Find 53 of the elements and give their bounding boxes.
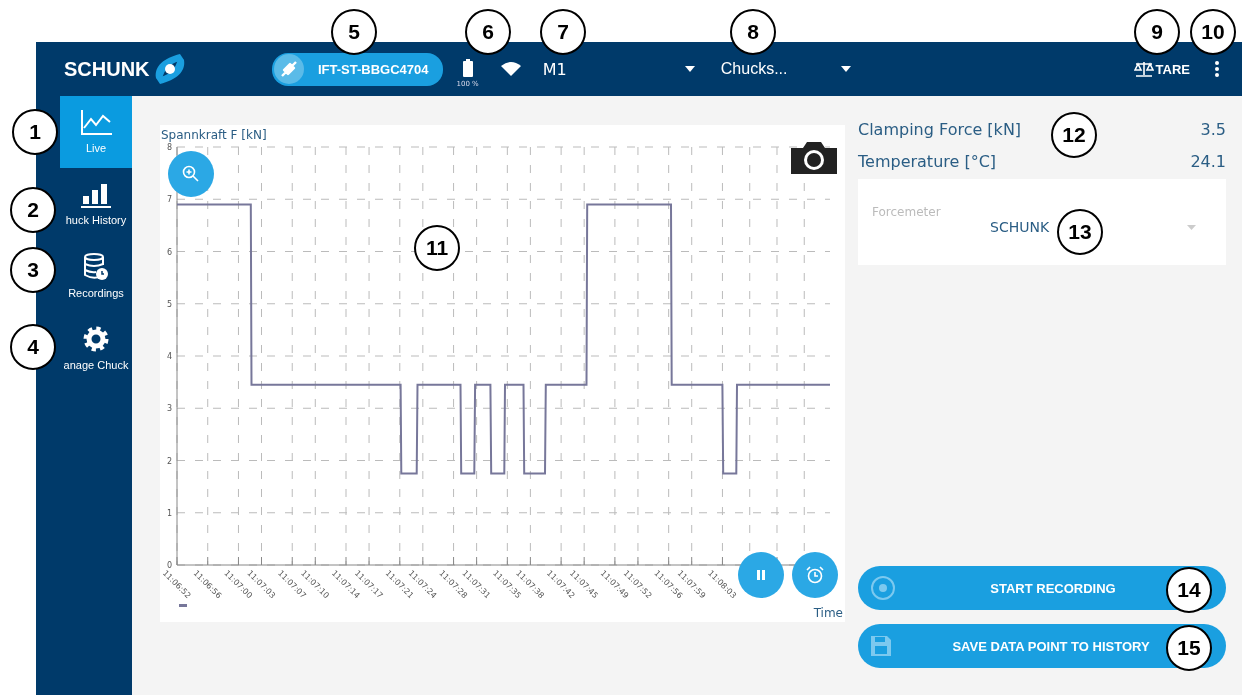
camera-icon[interactable]	[791, 140, 837, 174]
reading-label: Temperature [°C]	[858, 151, 997, 171]
y-tick-label: 1	[166, 508, 172, 518]
tare-button[interactable]: TARE	[1133, 61, 1190, 77]
alarm-clock-icon	[806, 566, 824, 584]
legend-swatch	[179, 604, 187, 607]
callout-number: 3	[10, 247, 56, 293]
chuck-dropdown[interactable]: Chucks...	[720, 60, 851, 78]
more-menu-icon[interactable]	[1214, 60, 1220, 78]
zoom-in-icon	[182, 165, 200, 183]
caret-icon	[684, 66, 695, 72]
y-tick-label: 2	[166, 456, 172, 466]
y-tick-label: 8	[166, 143, 172, 152]
database-clock-icon	[83, 253, 109, 281]
y-tick-label: 3	[166, 404, 172, 414]
callout-number: 7	[540, 9, 586, 55]
record-icon	[870, 575, 896, 601]
pause-button[interactable]	[738, 552, 784, 598]
logo-text: SCHUNK	[64, 57, 150, 81]
caret-icon	[840, 66, 851, 72]
callout-number: 4	[10, 324, 56, 370]
timer-button[interactable]	[792, 552, 838, 598]
callout-number: 8	[730, 9, 776, 55]
y-tick-label: 7	[166, 195, 172, 205]
reading-label: Clamping Force [kN]	[858, 119, 1022, 139]
pause-icon	[756, 569, 766, 581]
callout-number: 9	[1134, 9, 1180, 55]
callout-number: 2	[10, 187, 56, 233]
scale-icon	[1133, 61, 1154, 77]
bar-chart-icon	[81, 182, 111, 208]
x-axis-title: Time	[813, 606, 843, 620]
sidebar-item[interactable]: huck History	[60, 168, 132, 240]
reading-value: 3.5	[1200, 119, 1226, 139]
wifi-icon	[500, 62, 521, 76]
sidebar-item[interactable]: anage Chuck	[60, 312, 132, 384]
zoom-in-button[interactable]	[168, 151, 214, 197]
y-axis-title: Spannkraft F [kN]	[161, 128, 267, 142]
plug-icon	[274, 54, 304, 84]
line-chart-icon	[80, 110, 112, 136]
sidebar-item[interactable]: Recordings	[60, 240, 132, 312]
reading-value: 24.1	[1190, 151, 1226, 171]
battery-icon	[462, 58, 473, 77]
callout-number: 6	[465, 9, 511, 55]
y-tick-label: 5	[166, 299, 172, 309]
y-tick-label: 4	[166, 352, 172, 361]
caret-icon	[1187, 224, 1196, 230]
callout-number: 1	[12, 109, 58, 155]
machine-dropdown[interactable]: M1	[542, 59, 695, 79]
callout-number: 5	[331, 9, 377, 55]
settings-icon	[82, 325, 110, 353]
y-tick-label: 0	[166, 561, 172, 570]
callout-number: 10	[1190, 9, 1236, 55]
y-tick-label: 6	[166, 247, 172, 257]
